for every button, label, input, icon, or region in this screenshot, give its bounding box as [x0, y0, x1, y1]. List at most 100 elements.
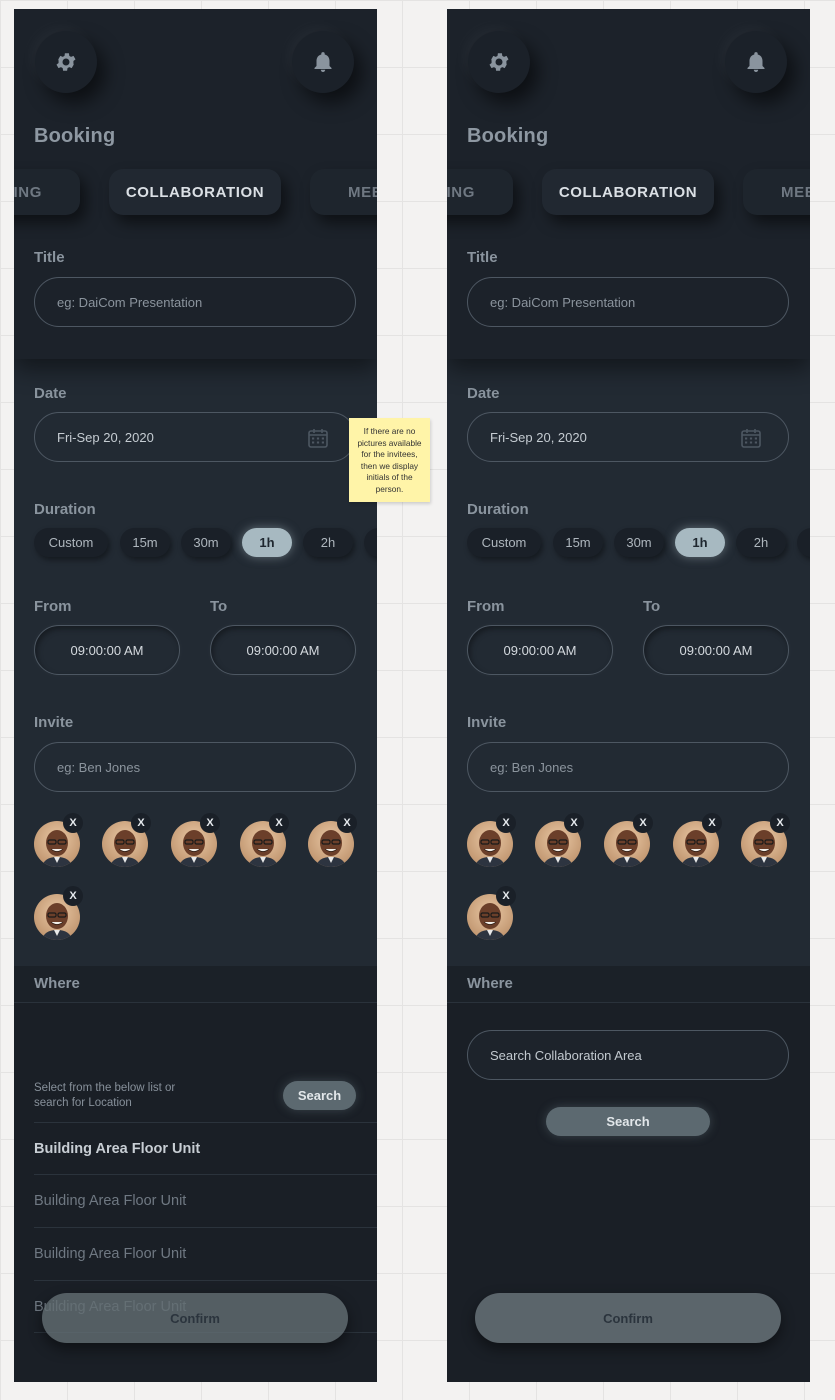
- gear-icon: [56, 53, 76, 71]
- date-label: Date: [467, 385, 500, 402]
- invitee-avatar: X: [34, 813, 83, 867]
- remove-invitee-button[interactable]: X: [702, 813, 722, 833]
- gear-icon: [489, 53, 509, 71]
- date-field[interactable]: Fri-Sep 20, 2020: [467, 412, 789, 462]
- tab-collaboration[interactable]: COLLABORATION: [542, 169, 714, 215]
- settings-button[interactable]: [468, 31, 530, 93]
- annotation-sticky-note: If there are no pictures available for t…: [349, 418, 430, 502]
- remove-invitee-button[interactable]: X: [63, 886, 83, 906]
- confirm-button[interactable]: Confirm: [475, 1293, 781, 1343]
- invite-placeholder: eg: Ben Jones: [57, 759, 141, 775]
- tab-next[interactable]: MEE: [310, 169, 377, 215]
- remove-invitee-button[interactable]: X: [131, 813, 151, 833]
- header-section: Booking ING COLLABORATION MEE Title eg: …: [447, 9, 810, 359]
- invitee-avatar: X: [741, 813, 790, 867]
- from-time-field[interactable]: 09:00:00 AM: [467, 625, 613, 675]
- where-label: Where: [34, 975, 80, 992]
- remove-invitee-button[interactable]: X: [496, 886, 516, 906]
- notifications-button[interactable]: [725, 31, 787, 93]
- title-placeholder: eg: DaiCom Presentation: [57, 294, 203, 310]
- duration-2h[interactable]: 2h: [303, 528, 353, 557]
- to-label: To: [643, 598, 661, 615]
- invite-label: Invite: [467, 714, 507, 731]
- invitee-avatar: X: [171, 813, 220, 867]
- from-label: From: [467, 598, 505, 615]
- settings-button[interactable]: [35, 31, 97, 93]
- remove-invitee-button[interactable]: X: [337, 813, 357, 833]
- invite-label: Invite: [34, 714, 74, 731]
- duration-15m[interactable]: 15m: [120, 528, 170, 557]
- to-time-field[interactable]: 09:00:00 AM: [210, 625, 356, 675]
- page-title: Booking: [467, 125, 549, 147]
- invite-input[interactable]: eg: Ben Jones: [34, 742, 356, 792]
- date-label: Date: [34, 385, 67, 402]
- invitee-avatar: X: [604, 813, 653, 867]
- notifications-button[interactable]: [292, 31, 354, 93]
- invitee-avatar: X: [308, 813, 357, 867]
- duration-30m[interactable]: 30m: [614, 528, 664, 557]
- duration-1h[interactable]: 1h: [675, 528, 725, 557]
- location-item[interactable]: Building Area Floor Unit: [34, 1227, 377, 1279]
- duration-1h[interactable]: 1h: [242, 528, 292, 557]
- invite-input[interactable]: eg: Ben Jones: [467, 742, 789, 792]
- from-time-field[interactable]: 09:00:00 AM: [34, 625, 180, 675]
- header-section: Booking ING COLLABORATION MEE Title eg: …: [14, 9, 377, 359]
- duration-15m[interactable]: 15m: [553, 528, 603, 557]
- remove-invitee-button[interactable]: X: [496, 813, 516, 833]
- title-placeholder: eg: DaiCom Presentation: [490, 294, 636, 310]
- collaboration-search-input[interactable]: Search Collaboration Area: [467, 1030, 789, 1080]
- where-label: Where: [467, 975, 513, 992]
- remove-invitee-button[interactable]: X: [633, 813, 653, 833]
- invite-placeholder: eg: Ben Jones: [490, 759, 574, 775]
- date-field[interactable]: Fri-Sep 20, 2020: [34, 412, 356, 462]
- remove-invitee-button[interactable]: X: [200, 813, 220, 833]
- location-item[interactable]: Building Area Floor Unit: [34, 1174, 377, 1226]
- remove-invitee-button[interactable]: X: [770, 813, 790, 833]
- invitee-avatar: X: [467, 813, 516, 867]
- tab-next[interactable]: MEE: [743, 169, 810, 215]
- search-button[interactable]: Search: [283, 1081, 356, 1110]
- invitee-avatar: X: [535, 813, 584, 867]
- title-label: Title: [467, 249, 498, 266]
- bell-icon: [747, 52, 765, 72]
- where-header: Where: [14, 966, 377, 1003]
- invitee-avatar: X: [673, 813, 722, 867]
- duration-30m[interactable]: 30m: [181, 528, 231, 557]
- where-header: Where: [447, 966, 810, 1003]
- duration-label: Duration: [34, 501, 96, 518]
- duration-custom[interactable]: Custom: [467, 528, 541, 557]
- booking-screen-search-variant: Booking ING COLLABORATION MEE Title eg: …: [447, 9, 810, 1382]
- to-label: To: [210, 598, 228, 615]
- from-label: From: [34, 598, 72, 615]
- tab-previous[interactable]: ING: [447, 169, 513, 215]
- location-item[interactable]: Building Area Floor Unit: [34, 1122, 377, 1174]
- calendar-icon[interactable]: [740, 427, 762, 449]
- duration-more[interactable]: [364, 528, 377, 557]
- duration-2h[interactable]: 2h: [736, 528, 786, 557]
- remove-invitee-button[interactable]: X: [63, 813, 83, 833]
- invitee-avatar: X: [240, 813, 289, 867]
- duration-custom[interactable]: Custom: [34, 528, 108, 557]
- location-hint: Select from the below list or search for…: [34, 1082, 176, 1109]
- invitee-avatar: X: [467, 886, 516, 940]
- duration-more[interactable]: [797, 528, 810, 557]
- bell-icon: [314, 52, 332, 72]
- date-value: Fri-Sep 20, 2020: [57, 429, 154, 445]
- remove-invitee-button[interactable]: X: [564, 813, 584, 833]
- search-button[interactable]: Search: [546, 1107, 710, 1136]
- title-input[interactable]: eg: DaiCom Presentation: [34, 277, 356, 327]
- booking-screen-list-variant: Booking ING COLLABORATION MEE Title eg: …: [14, 9, 377, 1382]
- calendar-icon[interactable]: [307, 427, 329, 449]
- duration-label: Duration: [467, 501, 529, 518]
- confirm-button[interactable]: Confirm: [42, 1293, 348, 1343]
- search-placeholder: Search Collaboration Area: [490, 1047, 642, 1063]
- page-title: Booking: [34, 125, 116, 147]
- date-value: Fri-Sep 20, 2020: [490, 429, 587, 445]
- title-label: Title: [34, 249, 65, 266]
- tab-collaboration[interactable]: COLLABORATION: [109, 169, 281, 215]
- invitee-avatar: X: [34, 886, 83, 940]
- title-input[interactable]: eg: DaiCom Presentation: [467, 277, 789, 327]
- tab-previous[interactable]: ING: [14, 169, 80, 215]
- to-time-field[interactable]: 09:00:00 AM: [643, 625, 789, 675]
- remove-invitee-button[interactable]: X: [269, 813, 289, 833]
